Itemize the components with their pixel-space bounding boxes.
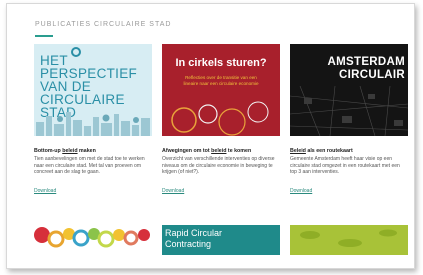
city-skyline-illustration <box>36 112 150 136</box>
card-2-thumb-subtitle: Reflecties over de transitie van een lin… <box>183 75 259 86</box>
card-3-thumb-title: AMSTERDAM CIRCULAIR <box>327 56 405 81</box>
card-3-thumbnail[interactable]: AMSTERDAM CIRCULAIR <box>290 44 408 136</box>
section-title: Publicaties circulaire stad <box>35 21 172 28</box>
publication-card-3: AMSTERDAM CIRCULAIR Beleid als een route… <box>290 44 408 197</box>
card-4-thumbnail[interactable] <box>34 225 152 255</box>
card-1-description: Tien aanbevelingen om met de stad toe te… <box>34 156 145 176</box>
leaf-pattern-illustration <box>300 229 397 247</box>
card-3-heading-link[interactable]: Beleid <box>290 148 306 154</box>
card-1-download-link[interactable]: Download <box>34 188 56 194</box>
card-2-heading: Afwegingen om tot beleid te komen <box>162 148 252 154</box>
publication-card-1: HET PERSPECTIEF VAN DE CIRCULAIRE STAD B… <box>34 44 152 197</box>
card-3-download-link[interactable]: Download <box>290 188 312 194</box>
card-5-thumb-title: Rapid Circular Contracting <box>165 228 223 249</box>
card-5-thumbnail[interactable]: Rapid Circular Contracting <box>162 225 280 255</box>
title-underline <box>35 35 53 37</box>
card-2-thumb-title: In cirkels sturen? <box>175 57 267 69</box>
card-1-thumbnail[interactable]: HET PERSPECTIEF VAN DE CIRCULAIRE STAD <box>34 44 152 136</box>
publication-card-2: In cirkels sturen? Reflecties over de tr… <box>162 44 280 197</box>
city-map-illustration <box>290 86 408 136</box>
colored-circles-illustration <box>34 227 150 248</box>
card-1-heading: Bottom-up beleid maken <box>34 148 96 154</box>
card-1-heading-link[interactable]: beleid <box>62 148 77 154</box>
page-frame: Publicaties circulaire stad HET PERSPECT… <box>6 3 415 269</box>
circles-illustration <box>171 101 269 136</box>
card-2-download-link[interactable]: Download <box>162 188 184 194</box>
card-2-thumbnail[interactable]: In cirkels sturen? Reflecties over de tr… <box>162 44 280 136</box>
card-3-heading: Beleid als een routekaart <box>290 148 353 154</box>
card-2-description: Overzicht van verschillende interventies… <box>162 156 275 176</box>
card-3-description: Gemeente Amsterdam heeft haar visie op e… <box>290 156 400 176</box>
card-2-heading-link[interactable]: beleid <box>211 148 226 154</box>
card-6-thumbnail[interactable] <box>290 225 408 255</box>
